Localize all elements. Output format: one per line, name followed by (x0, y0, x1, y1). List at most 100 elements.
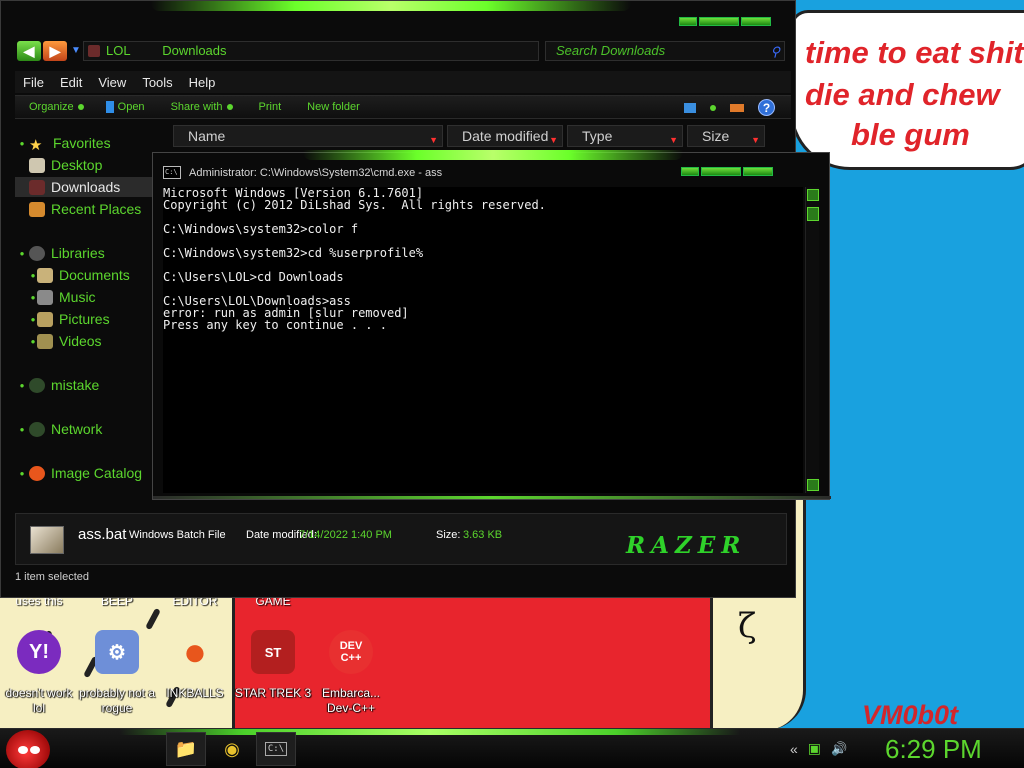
sort-arrow-icon[interactable]: ▼ (669, 130, 678, 150)
menu-help[interactable]: Help (189, 75, 216, 90)
help-icon[interactable]: ? (758, 99, 775, 116)
minimize-button[interactable] (681, 167, 699, 176)
window-controls (681, 167, 773, 176)
forward-button[interactable]: ▶ (43, 41, 67, 61)
nav-label: Music (59, 289, 96, 305)
share-label: Share with (170, 101, 223, 113)
search-input[interactable]: Search Downloads ⚲ (545, 41, 785, 61)
nav-desktop[interactable]: Desktop (15, 155, 171, 175)
column-name[interactable]: Name ▼ (173, 125, 443, 147)
back-button[interactable]: ◀ (17, 41, 41, 61)
sort-arrow-icon[interactable]: ▼ (751, 130, 760, 150)
scroll-down-button[interactable] (807, 479, 819, 491)
nav-favorites[interactable]: ● ★ Favorites (15, 133, 171, 154)
preview-pane-icon[interactable] (730, 103, 744, 112)
nav-label: Documents (59, 267, 130, 283)
taskbar-cmd[interactable]: C:\ (256, 732, 296, 766)
nav-network[interactable]: ● Network (15, 419, 171, 439)
system-tray: « ▣ 🔊 (790, 740, 847, 757)
menu-bar: File Edit View Tools Help (15, 71, 791, 93)
bubble-line-2: die and chew (805, 77, 1000, 112)
homegroup-icon (29, 377, 45, 393)
column-size[interactable]: Size ▼ (687, 125, 765, 147)
desktop-icon-label: INKBALLS (166, 686, 224, 700)
desktop-icon-yahoo[interactable]: Y! doesn't work lol (0, 630, 78, 716)
details-date-value: 7/14/2022 1:40 PM (299, 529, 392, 541)
close-button[interactable] (741, 17, 771, 26)
menu-edit[interactable]: Edit (60, 75, 82, 90)
nav-mistake[interactable]: ● mistake (15, 375, 171, 395)
console-scrollbar[interactable] (805, 187, 819, 493)
nav-videos[interactable]: ● Videos (15, 331, 171, 351)
maximize-button[interactable] (701, 167, 741, 176)
nav-downloads[interactable]: Downloads (15, 177, 171, 197)
tray-chevron-icon[interactable]: « (790, 741, 798, 757)
nav-documents[interactable]: ● Documents (15, 265, 171, 285)
new-folder-button[interactable]: New folder (307, 101, 360, 113)
wallpaper-signature: VM0b0t (862, 700, 959, 730)
desktop-icon-label: STAR TREK 3 (234, 686, 312, 700)
maximize-button[interactable] (699, 17, 739, 26)
scroll-up-button[interactable] (807, 189, 819, 201)
print-button[interactable]: Print (259, 101, 282, 113)
minimize-button[interactable] (679, 17, 697, 26)
nav-libraries[interactable]: ● Libraries (15, 243, 171, 263)
menu-view[interactable]: View (98, 75, 126, 90)
taskbar-clock[interactable]: 6:29 PM (885, 734, 982, 765)
column-date-modified[interactable]: Date modified ▼ (447, 125, 563, 147)
expand-bullet-icon: ● (30, 314, 36, 324)
search-icon[interactable]: ⚲ (770, 43, 780, 61)
menu-tools[interactable]: Tools (142, 75, 172, 90)
cmd-title: Administrator: C:\Windows\System32\cmd.e… (189, 166, 443, 179)
expand-bullet-icon: ● (30, 270, 36, 280)
console-output[interactable]: Microsoft Windows [Version 6.1.7601] Cop… (163, 187, 803, 493)
desktop-icon-rogue[interactable]: ⚙ probably not a rogue (78, 630, 156, 716)
change-view-icon[interactable] (684, 102, 696, 113)
network-tray-icon[interactable]: ▣ (808, 740, 821, 757)
taskbar-explorer[interactable]: 📁 (166, 732, 206, 766)
organize-label: Organize (29, 101, 74, 113)
recent-pages-dropdown[interactable]: ▼ (71, 45, 81, 56)
close-button[interactable] (743, 167, 773, 176)
menu-file[interactable]: File (23, 75, 44, 90)
start-button[interactable] (6, 730, 50, 768)
documents-icon (37, 267, 53, 283)
column-type[interactable]: Type ▼ (567, 125, 683, 147)
open-button[interactable]: Open (105, 101, 145, 113)
taskbar-chrome[interactable]: ◉ (212, 732, 252, 766)
libraries-icon (29, 245, 45, 261)
console-line: C:\Windows\system32>cd %userprofile% (163, 246, 424, 260)
window-glow (303, 150, 683, 160)
details-size-value: 3.63 KB (463, 529, 503, 541)
volume-tray-icon[interactable]: 🔊 (831, 741, 847, 757)
window-glow (151, 1, 631, 11)
sort-arrow-icon[interactable]: ▼ (429, 130, 438, 150)
address-bar[interactable]: LOL Downloads ▼ ↻ (83, 41, 602, 61)
column-headers: Name ▼ Date modified ▼ Type ▼ Size ▼ (173, 125, 773, 147)
view-controls: ? (684, 99, 775, 116)
console-line: Copyright (c) 2012 DiLshad Sys. All righ… (163, 198, 546, 212)
desktop-icon-inkball[interactable]: ● INKBALLS (156, 630, 234, 701)
cmd-window[interactable]: C:\ Administrator: C:\Windows\System32\c… (152, 150, 831, 500)
desktop-icon-star-trek[interactable]: ST STAR TREK 3 (234, 630, 312, 701)
organize-button[interactable]: Organize (29, 101, 84, 113)
desktop-icon-dev-cpp[interactable]: DEV C++ Embarca... Dev-C++ (312, 630, 390, 716)
expand-bullet-icon: ● (19, 424, 25, 434)
column-label: Type (582, 128, 613, 144)
cmd-title-bar[interactable]: C:\ Administrator: C:\Windows\System32\c… (163, 166, 442, 179)
sort-arrow-icon[interactable]: ▼ (549, 130, 558, 150)
breadcrumb-downloads[interactable]: Downloads (162, 43, 226, 58)
expand-bullet-icon: ● (19, 138, 25, 148)
expand-bullet-icon: ● (19, 380, 25, 390)
breadcrumb-lol[interactable]: LOL (106, 43, 131, 58)
videos-icon (37, 333, 53, 349)
nav-pictures[interactable]: ● Pictures (15, 309, 171, 329)
nav-image-catalog[interactable]: ● Image Catalog (15, 463, 171, 483)
scroll-thumb[interactable] (807, 207, 819, 221)
cmd-icon: C:\ (163, 166, 181, 179)
nav-music[interactable]: ● Music (15, 287, 171, 307)
share-with-button[interactable]: Share with (171, 101, 233, 113)
view-dropdown-icon[interactable] (710, 104, 716, 111)
folder-icon (88, 45, 100, 57)
nav-recent-places[interactable]: Recent Places (15, 199, 171, 219)
